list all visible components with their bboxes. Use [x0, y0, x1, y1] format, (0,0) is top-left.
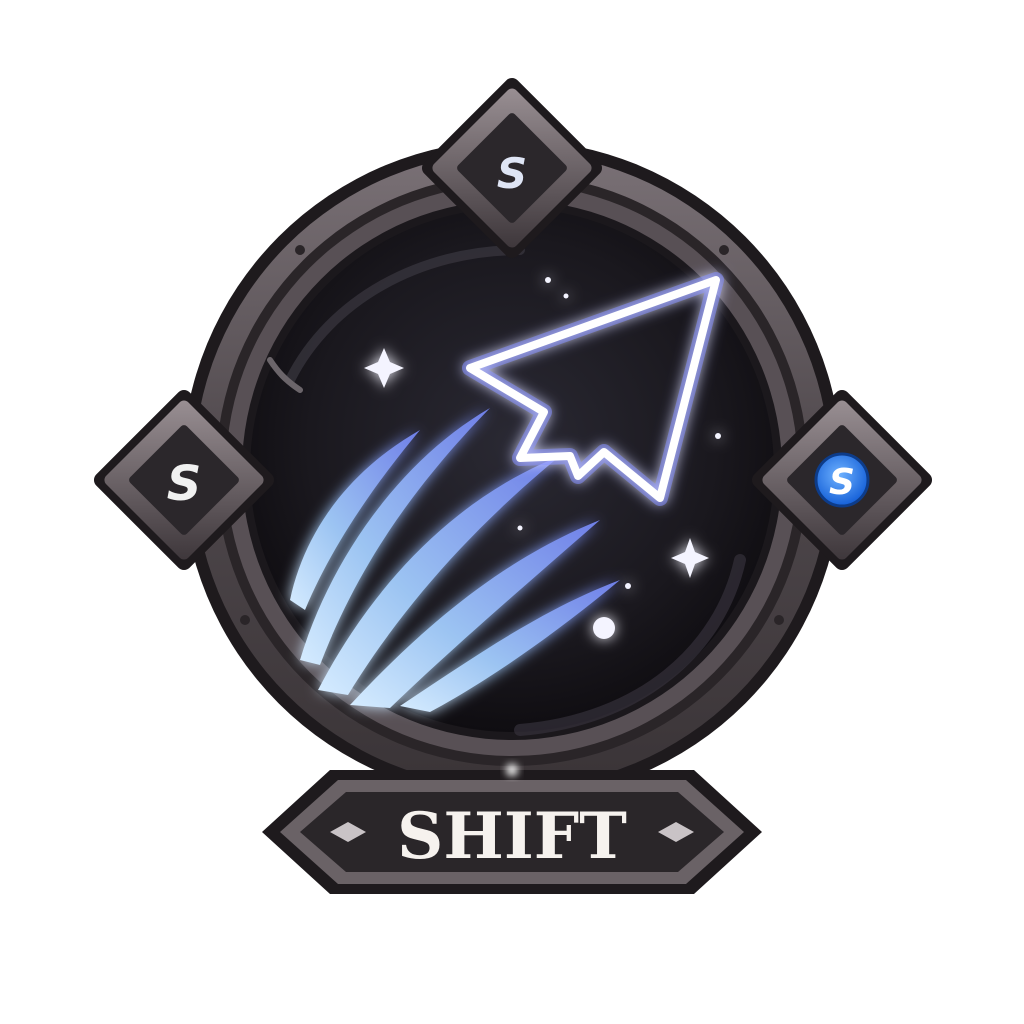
- ability-badge[interactable]: S S S SHIFT: [0, 0, 1024, 1024]
- ability-name: SHIFT: [397, 799, 627, 874]
- gem-left-letter: S: [167, 456, 202, 512]
- gem-right-letter: S: [829, 462, 855, 503]
- gem-top-letter: S: [497, 149, 527, 198]
